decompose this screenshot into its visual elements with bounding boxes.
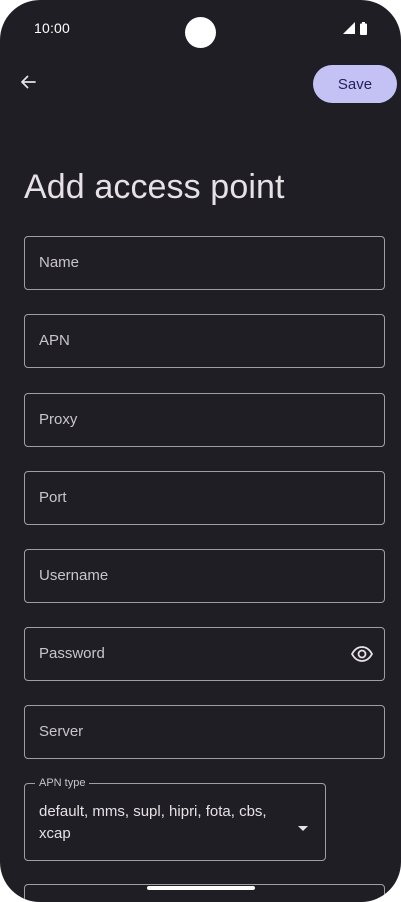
dropdown-arrow-icon <box>298 819 308 831</box>
name-field-label: Name <box>39 254 80 271</box>
signal-icon <box>343 22 355 34</box>
save-button[interactable]: Save <box>313 65 397 103</box>
battery-icon <box>360 21 367 35</box>
proxy-field[interactable]: Proxy <box>24 393 385 447</box>
apn-field-label: APN <box>39 332 70 349</box>
apn-type-label: APN type <box>35 776 90 790</box>
username-field-label: Username <box>39 567 109 584</box>
page-title: Add access point <box>24 168 285 206</box>
server-field-label: Server <box>39 723 84 740</box>
status-time: 10:00 <box>34 20 71 36</box>
apn-type-value: default, mms, supl, hipri, fota, cbs, xc… <box>39 803 267 842</box>
status-bar: 10:00 <box>0 0 401 56</box>
name-field[interactable]: Name <box>24 236 385 290</box>
apn-type-dropdown[interactable]: APN type default, mms, supl, hipri, fota… <box>24 776 326 861</box>
proxy-field-label: Proxy <box>39 411 78 428</box>
password-field[interactable]: Password <box>24 627 385 681</box>
back-button[interactable] <box>12 68 44 100</box>
arrow-left-icon <box>19 73 37 96</box>
username-field[interactable]: Username <box>24 549 385 603</box>
port-field-label: Port <box>39 489 67 506</box>
eye-icon[interactable] <box>350 642 374 666</box>
port-field[interactable]: Port <box>24 471 385 525</box>
status-icons <box>343 21 367 35</box>
server-field[interactable]: Server <box>24 705 385 759</box>
camera-cutout <box>185 17 216 48</box>
password-field-label: Password <box>39 645 105 662</box>
navigation-handle[interactable] <box>147 886 255 890</box>
apn-field[interactable]: APN <box>24 314 385 368</box>
phone-screen: 10:00 Save Add access point Name APN Pro… <box>0 0 401 902</box>
